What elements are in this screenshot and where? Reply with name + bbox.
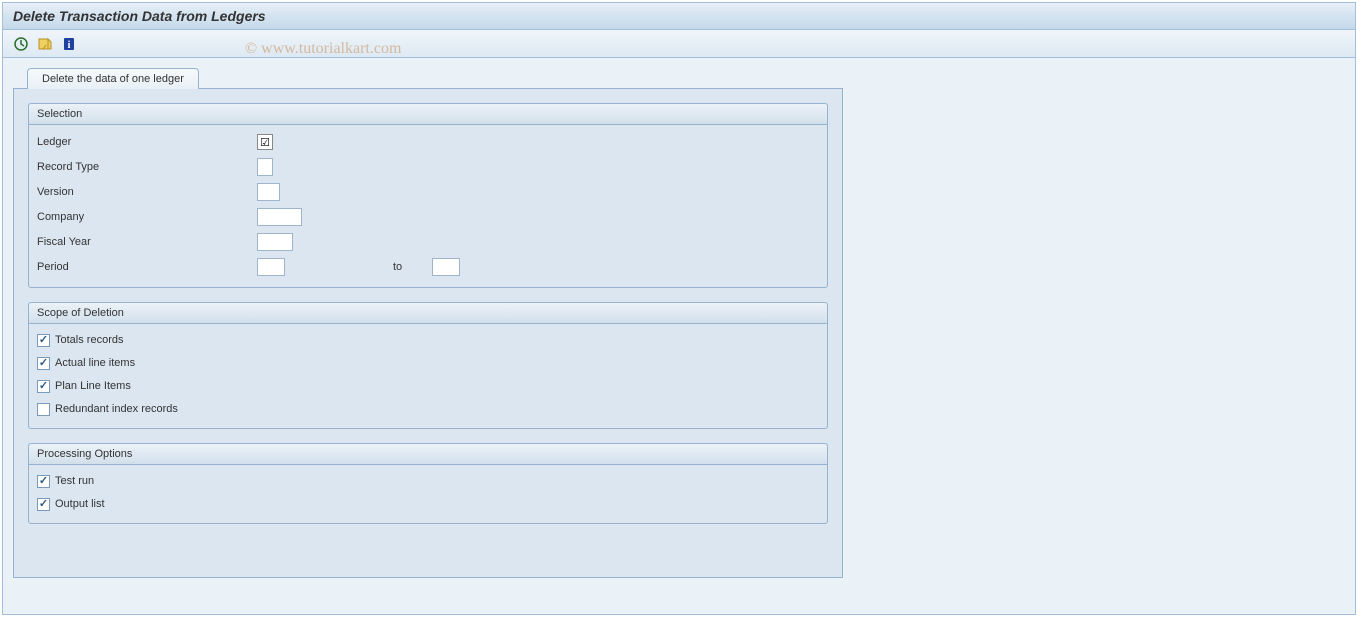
processing-group: Processing Options Test run Output list [28,443,828,524]
redundant-index-label: Redundant index records [55,403,178,415]
period-to-input[interactable] [432,258,460,276]
company-label: Company [37,211,257,223]
plan-line-items-checkbox[interactable] [37,380,50,393]
totals-records-label: Totals records [55,334,123,346]
output-list-checkbox[interactable] [37,498,50,511]
fiscal-year-label: Fiscal Year [37,236,257,248]
period-from-input[interactable] [257,258,285,276]
selection-group-title: Selection [29,104,827,125]
execute-icon[interactable] [11,35,31,53]
scope-group: Scope of Deletion Totals records Actual … [28,302,828,429]
tab-content: Selection Ledger ☑ Record Type [13,88,843,578]
main-frame: Delete Transaction Data from Ledgers i D [2,2,1356,615]
tab-container: Delete the data of one ledger Selection … [13,68,1345,578]
company-input[interactable] [257,208,302,226]
ledger-required-icon[interactable]: ☑ [257,134,273,150]
plan-line-items-label: Plan Line Items [55,380,131,392]
actual-line-items-label: Actual line items [55,357,135,369]
page-title: Delete Transaction Data from Ledgers [3,3,1355,30]
info-icon[interactable]: i [59,35,79,53]
tab-delete-ledger[interactable]: Delete the data of one ledger [27,68,199,89]
period-label: Period [37,261,257,273]
processing-group-title: Processing Options [29,444,827,465]
record-type-input[interactable] [257,158,273,176]
test-run-checkbox[interactable] [37,475,50,488]
test-run-label: Test run [55,475,94,487]
version-input[interactable] [257,183,280,201]
version-label: Version [37,186,257,198]
toolbar: i [3,30,1355,58]
variant-icon[interactable] [35,35,55,53]
record-type-label: Record Type [37,161,257,173]
output-list-label: Output list [55,498,105,510]
content-area: Delete the data of one ledger Selection … [3,58,1355,614]
redundant-index-checkbox[interactable] [37,403,50,416]
fiscal-year-input[interactable] [257,233,293,251]
selection-group: Selection Ledger ☑ Record Type [28,103,828,288]
actual-line-items-checkbox[interactable] [37,357,50,370]
svg-text:i: i [68,40,71,51]
totals-records-checkbox[interactable] [37,334,50,347]
to-label: to [393,261,402,273]
scope-group-title: Scope of Deletion [29,303,827,324]
ledger-label: Ledger [37,136,257,148]
